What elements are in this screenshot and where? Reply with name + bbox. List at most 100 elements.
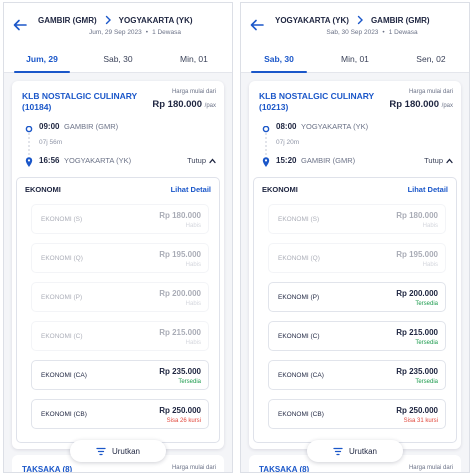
travel-date: Jum, 29 Sep 2023 <box>89 29 142 36</box>
arrival-station: YOGYAKARTA (YK) <box>64 156 132 165</box>
seat-class-name: EKONOMI (CB) <box>278 411 324 418</box>
departure-station: YOGYAKARTA (YK) <box>301 122 369 131</box>
seat-class-price: Rp 200.000 <box>396 289 438 298</box>
destination-station: GAMBIR (GMR) <box>370 15 430 25</box>
seat-class-status: Sisa 31 kursi <box>403 418 438 424</box>
seat-class-row[interactable]: EKONOMI (Q) Rp 195.000 Habis <box>31 243 209 273</box>
next-train-name: TAKSAKA (8) <box>22 465 73 473</box>
arrival-time: 15:20 <box>276 156 297 165</box>
destination-station: YOGYAKARTA (YK) <box>118 15 193 25</box>
chevron-right-icon <box>357 15 363 25</box>
arrival-time: 16:56 <box>39 156 60 165</box>
train-card[interactable]: KLB NOSTALGIC CULINARY (10184) Harga mul… <box>12 81 224 449</box>
sort-button[interactable]: Urutkan <box>307 440 403 462</box>
seat-class-status: Habis <box>422 262 438 268</box>
next-price-label: Harga mulai dari <box>171 465 216 471</box>
class-group-title: EKONOMI <box>262 185 298 194</box>
seat-class-status: Habis <box>422 223 438 229</box>
collapse-toggle[interactable]: Tutup <box>424 156 453 165</box>
date-tab-2[interactable]: Min, 01 <box>317 45 393 72</box>
price-label: Harga mulai dari <box>171 89 216 95</box>
travel-date: Sab, 30 Sep 2023 <box>326 29 379 36</box>
seat-class-row[interactable]: EKONOMI (CB) Rp 250.000 Sisa 31 kursi <box>268 399 446 429</box>
arrival-station: GAMBIR (GMR) <box>301 156 356 165</box>
class-group: EKONOMI Lihat Detail EKONOMI (S) Rp 180.… <box>16 177 220 443</box>
seat-class-name: EKONOMI (CA) <box>41 372 87 379</box>
route-timeline-icon <box>262 126 270 167</box>
next-price-label: Harga mulai dari <box>408 465 453 471</box>
train-name: KLB NOSTALGIC CULINARY (10184) <box>22 91 138 112</box>
origin-station: YOGYAKARTA (YK) <box>275 15 349 25</box>
chevron-up-icon <box>446 157 453 163</box>
seat-class-status: Tersedia <box>415 340 438 346</box>
seat-class-name: EKONOMI (C) <box>278 333 320 340</box>
seat-class-price: Rp 250.000 <box>159 406 201 415</box>
search-results-panel-right: YOGYAKARTA (YK) GAMBIR (GMR) Sab, 30 Sep… <box>240 2 470 473</box>
back-arrow-icon[interactable] <box>249 17 265 33</box>
back-arrow-icon[interactable] <box>12 17 28 33</box>
top-bar: GAMBIR (GMR) YOGYAKARTA (YK) Jum, 29 Sep… <box>4 3 232 45</box>
departure-time: 09:00 <box>39 122 60 131</box>
date-tabs: Jum, 29 Sab, 30 Min, 01 <box>4 45 232 73</box>
seat-class-row[interactable]: EKONOMI (C) Rp 215.000 Habis <box>31 321 209 351</box>
seat-class-row[interactable]: EKONOMI (CB) Rp 250.000 Sisa 26 kursi <box>31 399 209 429</box>
seat-class-name: EKONOMI (C) <box>41 333 83 340</box>
date-tab-1[interactable]: Jum, 29 <box>4 45 80 73</box>
collapse-toggle[interactable]: Tutup <box>187 156 216 165</box>
date-tab-3[interactable]: Min, 01 <box>156 45 232 72</box>
seat-class-price: Rp 215.000 <box>159 328 201 337</box>
seat-class-name: EKONOMI (S) <box>278 216 320 223</box>
date-tabs: Sab, 30 Min, 01 Sen, 02 <box>241 45 469 73</box>
price-value: Rp 180.000 <box>152 99 203 110</box>
seat-class-price: Rp 215.000 <box>396 328 438 337</box>
trip-duration: 07j 20m <box>276 139 300 146</box>
seat-class-row[interactable]: EKONOMI (P) Rp 200.000 Tersedia <box>268 282 446 312</box>
seat-class-row[interactable]: EKONOMI (Q) Rp 195.000 Habis <box>268 243 446 273</box>
origin-station: GAMBIR (GMR) <box>38 15 97 25</box>
starting-price: Rp 180.000 /pax <box>389 99 453 110</box>
train-card[interactable]: KLB NOSTALGIC CULINARY (10213) Harga mul… <box>249 81 461 449</box>
date-tab-1[interactable]: Sab, 30 <box>241 45 317 73</box>
date-tab-3[interactable]: Sen, 02 <box>393 45 469 72</box>
route-timeline-icon <box>25 126 33 167</box>
passenger-count: 1 Dewasa <box>152 29 181 36</box>
seat-class-name: EKONOMI (Q) <box>41 255 83 262</box>
collapse-label: Tutup <box>187 156 206 165</box>
seat-class-price: Rp 235.000 <box>396 367 438 376</box>
train-name: KLB NOSTALGIC CULINARY (10213) <box>259 91 375 112</box>
view-detail-link[interactable]: Lihat Detail <box>408 185 448 194</box>
price-value: Rp 180.000 <box>389 99 440 110</box>
seat-class-price: Rp 180.000 <box>396 211 438 220</box>
seat-class-status: Tersedia <box>415 379 438 385</box>
seat-class-status: Tersedia <box>415 301 438 307</box>
seat-class-row[interactable]: EKONOMI (CA) Rp 235.000 Tersedia <box>268 360 446 390</box>
seat-class-row[interactable]: EKONOMI (P) Rp 200.000 Habis <box>31 282 209 312</box>
departure-time: 08:00 <box>276 122 297 131</box>
route-title: YOGYAKARTA (YK) GAMBIR (GMR) <box>275 14 463 26</box>
sort-icon <box>96 447 106 455</box>
seat-class-status: Sisa 26 kursi <box>166 418 201 424</box>
seat-class-status: Habis <box>185 223 201 229</box>
trip-duration: 07j 56m <box>39 139 63 146</box>
trip-summary: Jum, 29 Sep 2023 • 1 Dewasa <box>89 29 181 36</box>
seat-class-row[interactable]: EKONOMI (C) Rp 215.000 Tersedia <box>268 321 446 351</box>
view-detail-link[interactable]: Lihat Detail <box>171 185 211 194</box>
date-tab-2[interactable]: Sab, 30 <box>80 45 156 72</box>
seat-class-row[interactable]: EKONOMI (S) Rp 180.000 Habis <box>31 204 209 234</box>
seat-class-name: EKONOMI (P) <box>278 294 320 301</box>
seat-class-row[interactable]: EKONOMI (CA) Rp 235.000 Tersedia <box>31 360 209 390</box>
sort-button[interactable]: Urutkan <box>70 440 166 462</box>
sort-label: Urutkan <box>111 446 140 456</box>
price-unit: /pax <box>441 103 453 109</box>
seat-class-status: Tersedia <box>178 379 201 385</box>
chevron-up-icon <box>209 157 216 163</box>
search-results-panel-left: GAMBIR (GMR) YOGYAKARTA (YK) Jum, 29 Sep… <box>3 2 233 473</box>
price-label: Harga mulai dari <box>408 89 453 95</box>
seat-class-price: Rp 195.000 <box>396 250 438 259</box>
seat-class-status: Habis <box>185 340 201 346</box>
seat-class-row[interactable]: EKONOMI (S) Rp 180.000 Habis <box>268 204 446 234</box>
price-unit: /pax <box>204 103 216 109</box>
departure-station: GAMBIR (GMR) <box>64 122 119 131</box>
collapse-label: Tutup <box>424 156 443 165</box>
seat-class-price: Rp 195.000 <box>159 250 201 259</box>
